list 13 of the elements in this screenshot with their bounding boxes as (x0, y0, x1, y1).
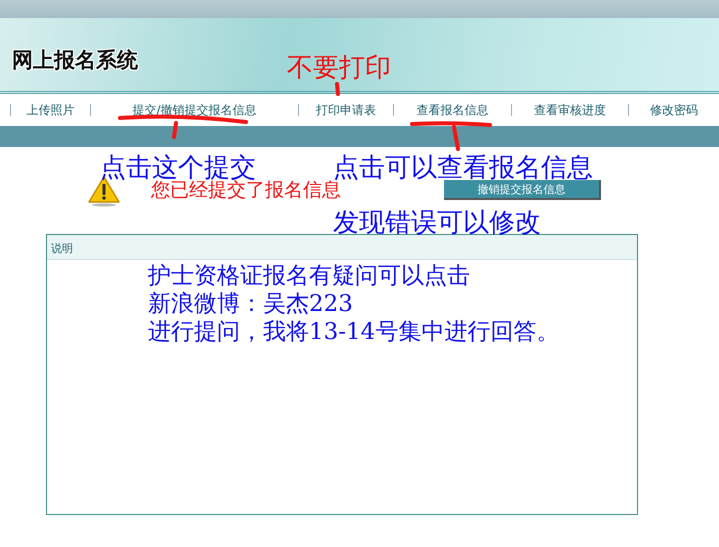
annotation-text: 不要打印 (287, 52, 391, 85)
panel-title: 说明 (47, 235, 637, 260)
revoke-button[interactable]: 撤销提交报名信息 (444, 180, 601, 200)
annotation-text: 护士资格证报名有疑问可以点击 (148, 262, 471, 290)
nav-link[interactable]: 查看审核进度 (511, 104, 628, 116)
nav-link[interactable]: 查看报名信息 (393, 104, 511, 116)
marker-stroke (334, 82, 340, 96)
nav-link[interactable]: 上传照片 (10, 104, 90, 116)
site-title: 网上报名系统 (12, 47, 138, 74)
annotation-text: 进行提问，我将13-14号集中进行回答。 (148, 318, 560, 346)
annotation-text: 新浪微博：吴杰223 (148, 290, 354, 318)
nav-link[interactable]: 修改密码 (628, 104, 719, 116)
nav-link[interactable]: 打印申请表 (298, 104, 393, 116)
